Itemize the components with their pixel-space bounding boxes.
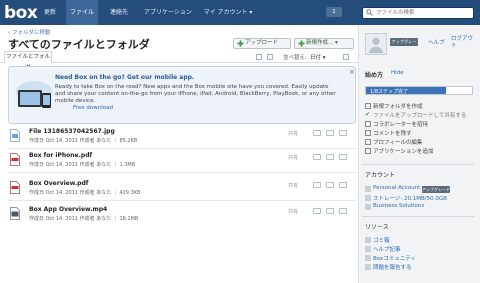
shared-label: 共有 xyxy=(288,183,299,189)
search-input[interactable] xyxy=(376,8,472,18)
file-name[interactable]: Box App Overview.mp4 xyxy=(29,206,107,213)
business-solutions-link[interactable]: Business Solutions xyxy=(373,203,424,209)
sort-dropdown[interactable]: 日付 ▾ xyxy=(310,53,326,61)
checkbox-icon xyxy=(365,148,371,154)
search-icon xyxy=(366,9,373,16)
help-articles-link[interactable]: ヘルプ記事 xyxy=(373,245,401,253)
row-divider xyxy=(8,172,356,173)
upload-button-label: アップロード xyxy=(245,40,279,46)
nav-my-account[interactable]: マイ アカウント ▾ xyxy=(200,0,256,25)
resources-section-title: リソース xyxy=(365,224,389,231)
file-name[interactable]: File 13186537042567.jpg xyxy=(29,128,115,135)
report-issue-link[interactable]: 問題を報告する xyxy=(373,263,412,271)
grid-view-icon[interactable] xyxy=(267,54,273,60)
image-file-icon xyxy=(10,129,20,142)
box-logo[interactable]: box xyxy=(4,3,38,23)
checkbox-icon xyxy=(365,103,371,109)
report-issue-icon xyxy=(365,264,371,270)
shared-label: 共有 xyxy=(288,131,299,137)
mobile-devices-illustration-icon xyxy=(16,81,52,108)
plan-upgrade-badge[interactable]: アップグレード xyxy=(422,186,450,193)
checkbox-icon xyxy=(365,130,371,136)
avatar[interactable] xyxy=(365,33,387,55)
banner-title: Need Box on the go? Get our mobile app. xyxy=(55,74,195,81)
account-section-title: アカウント xyxy=(365,172,396,179)
check-icon: ✔ xyxy=(365,111,371,118)
row-divider xyxy=(8,148,356,149)
help-articles-icon xyxy=(365,246,371,252)
notification-badge[interactable]: 1 xyxy=(326,7,342,17)
comment-icon[interactable] xyxy=(313,130,321,136)
more-actions-icon[interactable] xyxy=(339,130,347,136)
section-divider xyxy=(362,216,474,217)
breadcrumb[interactable]: ‹ フォルダに移動 xyxy=(8,28,50,36)
share-icon[interactable] xyxy=(326,154,334,160)
nav-files[interactable]: ファイル xyxy=(66,0,98,25)
file-name[interactable]: Box for iPhone.pdf xyxy=(29,152,92,159)
help-link[interactable]: ヘルプ xyxy=(428,38,445,46)
step-leave-comment[interactable]: コメントを残す xyxy=(373,129,412,137)
upgrade-badge[interactable]: アップグレード xyxy=(390,38,418,52)
file-name[interactable]: Box Overview.pdf xyxy=(29,180,88,187)
free-download-link[interactable]: Free download xyxy=(73,105,113,111)
business-icon xyxy=(365,204,371,210)
trash-icon xyxy=(365,237,371,243)
logout-link[interactable]: ログアウト xyxy=(451,36,475,49)
step-edit-profile[interactable]: プロフィールの編集 xyxy=(373,138,422,146)
plus-icon xyxy=(298,40,305,47)
pdf-file-icon xyxy=(10,181,20,194)
checkbox-icon xyxy=(365,121,371,127)
user-icon xyxy=(365,186,371,192)
new-create-button-label: 新規作成... ▾ xyxy=(306,40,338,46)
page-title: すべてのファイルとフォルダ xyxy=(8,38,150,51)
more-actions-icon[interactable] xyxy=(339,182,347,188)
community-link[interactable]: Boxコミュニティ xyxy=(373,254,416,262)
nav-updates[interactable]: 更新 xyxy=(34,0,66,25)
banner-text: Ready to take Box on the road? New apps … xyxy=(55,84,336,104)
more-actions-icon[interactable] xyxy=(339,208,347,214)
comment-icon[interactable] xyxy=(313,154,321,160)
getting-started-title: 始め方 xyxy=(365,72,384,79)
community-icon xyxy=(365,255,371,261)
pdf-file-icon xyxy=(10,153,20,166)
step-invite-collaborator[interactable]: コラボレーターを招待 xyxy=(373,120,428,128)
more-actions-icon[interactable] xyxy=(339,154,347,160)
share-icon[interactable] xyxy=(326,208,334,214)
progress-label: 1/8ステップ完了 xyxy=(370,89,409,95)
step-upload-share[interactable]: ファイルをアップロードして共有する xyxy=(373,111,466,119)
section-divider xyxy=(362,164,474,165)
tab-files-and-folders[interactable]: ファイルとフォルダ xyxy=(4,51,52,71)
close-icon[interactable]: × xyxy=(349,68,355,76)
nav-contacts[interactable]: 連絡先 xyxy=(100,0,138,25)
video-file-icon xyxy=(10,207,20,220)
sort-label: 並べ替え: xyxy=(283,55,307,61)
storage-link[interactable]: ストレージ: 20.1MB/50.0GB xyxy=(373,194,447,202)
plus-icon xyxy=(237,40,244,47)
nav-applications[interactable]: アプリケーション xyxy=(140,0,196,25)
trash-link[interactable]: ゴミ箱 xyxy=(373,236,390,244)
hide-link[interactable]: Hide xyxy=(391,70,404,76)
step-new-folder[interactable]: 新規フォルダを作成 xyxy=(373,102,423,110)
personal-account-link[interactable]: Personal Account xyxy=(373,185,420,191)
shared-label: 共有 xyxy=(288,209,299,215)
row-divider xyxy=(8,200,356,201)
share-icon[interactable] xyxy=(326,130,334,136)
shared-label: 共有 xyxy=(288,155,299,161)
file-meta: 作成日 Oct 14, 2011 作成者 あなた ｜ 1.3MB xyxy=(29,162,136,168)
storage-icon xyxy=(365,195,371,201)
comment-icon[interactable] xyxy=(313,208,321,214)
file-meta: 作成日 Oct 14, 2011 作成者 あなた ｜ 429.3KB xyxy=(29,190,141,196)
checkbox-icon xyxy=(365,139,371,145)
file-meta: 作成日 Oct 14, 2011 作成者 あなた ｜ 85.2KB xyxy=(29,138,138,144)
share-icon[interactable] xyxy=(326,182,334,188)
step-add-application[interactable]: アプリケーションを追加 xyxy=(373,147,433,155)
settings-icon[interactable] xyxy=(343,54,349,60)
list-view-icon[interactable] xyxy=(256,54,262,60)
comment-icon[interactable] xyxy=(313,182,321,188)
file-meta: 作成日 Oct 14, 2011 作成者 あなた ｜ 18.1MB xyxy=(29,216,139,222)
